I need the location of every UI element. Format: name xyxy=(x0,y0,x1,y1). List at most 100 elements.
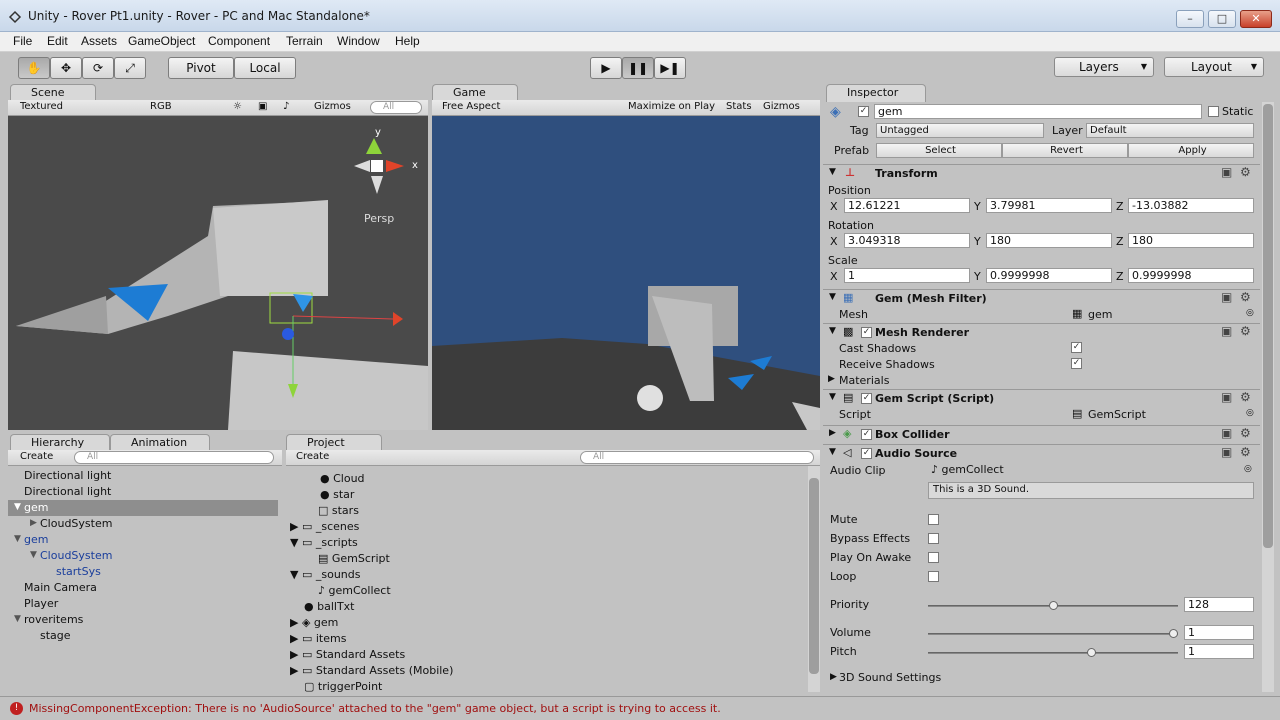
transform-header[interactable]: ▼ ⊥ Transform ▣ ⚙ xyxy=(823,164,1260,182)
hand-tool-icon[interactable]: ✋ xyxy=(18,57,50,79)
3d-sound-settings-label[interactable]: 3D Sound Settings xyxy=(839,671,941,684)
gear-icon[interactable]: ⚙ xyxy=(1240,445,1251,459)
scene-search-input[interactable]: All xyxy=(370,101,422,114)
close-button[interactable]: ✕ xyxy=(1240,10,1272,28)
help-icon[interactable]: ▣ xyxy=(1221,426,1232,440)
status-bar[interactable]: ! MissingComponentException: There is no… xyxy=(0,696,1280,720)
enabled-checkbox[interactable]: ✓ xyxy=(861,448,872,459)
list-item[interactable]: ● Cloud xyxy=(320,471,840,487)
layer-dropdown[interactable]: Default xyxy=(1086,123,1254,138)
collapse-arrow-icon[interactable]: ▼ xyxy=(14,534,21,544)
collapse-arrow-icon[interactable]: ▼ xyxy=(30,550,37,560)
scale-x-field[interactable]: 1 xyxy=(844,268,970,283)
list-item[interactable]: roveritems xyxy=(24,612,294,628)
menu-help[interactable]: Help xyxy=(395,34,420,48)
step-icon[interactable]: ▶❚ xyxy=(654,57,686,79)
local-button[interactable]: Local xyxy=(234,57,296,79)
enabled-checkbox[interactable]: ✓ xyxy=(861,327,872,338)
minimize-button[interactable]: – xyxy=(1176,10,1204,28)
hierarchy-create-dropdown[interactable]: Create xyxy=(20,451,53,462)
expand-arrow-icon[interactable]: ▶ xyxy=(30,518,37,528)
inspector-scrollbar-thumb[interactable] xyxy=(1263,104,1273,548)
rotation-x-field[interactable]: 3.049318 xyxy=(844,233,970,248)
list-item[interactable]: Main Camera xyxy=(24,580,294,596)
list-item[interactable]: ▶ ▭ _scenes xyxy=(290,519,810,535)
expand-arrow-icon[interactable]: ▶ xyxy=(828,374,835,384)
list-item[interactable]: ● ballTxt xyxy=(304,599,824,615)
priority-field[interactable]: 128 xyxy=(1184,597,1254,612)
list-item[interactable]: ● star xyxy=(320,487,840,503)
list-item[interactable]: Directional light xyxy=(24,484,294,500)
list-item[interactable]: stage xyxy=(40,628,310,644)
maximize-on-play-toggle[interactable]: Maximize on Play xyxy=(628,101,715,112)
rotation-z-field[interactable]: 180 xyxy=(1128,233,1254,248)
object-picker-icon[interactable]: ◎ xyxy=(1246,308,1254,318)
collapse-arrow-icon[interactable]: ▼ xyxy=(14,502,21,512)
volume-slider-handle[interactable] xyxy=(1169,629,1178,638)
volume-field[interactable]: 1 xyxy=(1184,625,1254,640)
project-create-dropdown[interactable]: Create xyxy=(296,451,329,462)
menu-edit[interactable]: Edit xyxy=(47,34,68,48)
audio-source-header[interactable]: ▼ ◁ ✓ Audio Source ▣ ⚙ xyxy=(823,444,1260,462)
object-picker-icon[interactable]: ◎ xyxy=(1246,408,1254,418)
mesh-value[interactable]: gem xyxy=(1088,308,1112,321)
script-value[interactable]: GemScript xyxy=(1088,408,1146,421)
list-item[interactable]: ▶ ▭ Standard Assets (Mobile) xyxy=(290,663,810,679)
gear-icon[interactable]: ⚙ xyxy=(1240,426,1251,440)
enabled-checkbox[interactable]: ✓ xyxy=(861,393,872,404)
game-gizmos-dropdown[interactable]: Gizmos xyxy=(763,101,800,112)
gear-icon[interactable]: ⚙ xyxy=(1240,324,1251,338)
enabled-checkbox[interactable]: ✓ xyxy=(861,429,872,440)
expand-arrow-icon[interactable]: ▶ xyxy=(830,672,837,682)
gizmos-dropdown[interactable]: Gizmos xyxy=(314,101,351,112)
name-field[interactable]: gem xyxy=(874,104,1202,119)
pitch-slider[interactable] xyxy=(928,652,1178,654)
list-item[interactable]: □ stars xyxy=(318,503,838,519)
receive-shadows-checkbox[interactable]: ✓ xyxy=(1071,358,1082,369)
menu-assets[interactable]: Assets xyxy=(81,34,117,48)
active-checkbox[interactable]: ✓ xyxy=(858,106,869,117)
list-item[interactable]: CloudSystem xyxy=(40,516,310,532)
scale-tool-icon[interactable]: ⤢ xyxy=(114,57,146,79)
list-item[interactable]: ▶ ▭ items xyxy=(290,631,810,647)
list-item[interactable]: CloudSystem xyxy=(40,548,310,564)
game-viewport[interactable] xyxy=(432,116,820,430)
play-icon[interactable]: ▶ xyxy=(590,57,622,79)
stats-toggle[interactable]: Stats xyxy=(726,101,752,112)
list-item[interactable]: Directional light xyxy=(24,468,294,484)
layers-dropdown[interactable]: Layers ▼ xyxy=(1054,57,1154,77)
static-checkbox[interactable] xyxy=(1208,106,1219,117)
play-on-awake-checkbox[interactable] xyxy=(928,552,939,563)
list-item-selected[interactable]: gem xyxy=(8,500,278,516)
help-icon[interactable]: ▣ xyxy=(1221,290,1232,304)
gear-icon[interactable]: ⚙ xyxy=(1240,290,1251,304)
position-x-field[interactable]: 12.61221 xyxy=(844,198,970,213)
cast-shadows-checkbox[interactable]: ✓ xyxy=(1071,342,1082,353)
pivot-button[interactable]: Pivot xyxy=(168,57,234,79)
prefab-revert-button[interactable]: Revert xyxy=(1002,143,1128,158)
list-item[interactable]: ♪ gemCollect xyxy=(318,583,838,599)
pitch-slider-handle[interactable] xyxy=(1087,648,1097,657)
gear-icon[interactable]: ⚙ xyxy=(1240,390,1251,404)
box-collider-header[interactable]: ▶ ◈ ✓ Box Collider ▣ ⚙ xyxy=(823,425,1260,443)
bypass-effects-checkbox[interactable] xyxy=(928,533,939,544)
menu-component[interactable]: Component xyxy=(208,34,270,48)
collapse-arrow-icon[interactable]: ▼ xyxy=(14,614,21,624)
help-icon[interactable]: ▣ xyxy=(1221,390,1232,404)
rotate-tool-icon[interactable]: ⟳ xyxy=(82,57,114,79)
prefab-apply-button[interactable]: Apply xyxy=(1128,143,1254,158)
list-item[interactable]: ▤ GemScript xyxy=(318,551,838,567)
audio-icon[interactable]: ♪ xyxy=(283,101,289,112)
help-icon[interactable]: ▣ xyxy=(1221,445,1232,459)
mute-checkbox[interactable] xyxy=(928,514,939,525)
scene-viewport[interactable]: y x Persp xyxy=(8,116,428,430)
prefab-select-button[interactable]: Select xyxy=(876,143,1002,158)
mesh-filter-header[interactable]: ▼ ▦ Gem (Mesh Filter) ▣ ⚙ xyxy=(823,289,1260,307)
list-item[interactable]: ▶ ◈ gem xyxy=(290,615,810,631)
volume-slider[interactable] xyxy=(928,633,1178,635)
persp-label[interactable]: Persp xyxy=(364,212,394,225)
list-item[interactable]: ▢ triggerPoint xyxy=(304,679,824,695)
tab-inspector[interactable]: Inspector xyxy=(826,84,926,102)
gem-script-header[interactable]: ▼ ▤ ✓ Gem Script (Script) ▣ ⚙ xyxy=(823,389,1260,407)
tag-dropdown[interactable]: Untagged xyxy=(876,123,1044,138)
